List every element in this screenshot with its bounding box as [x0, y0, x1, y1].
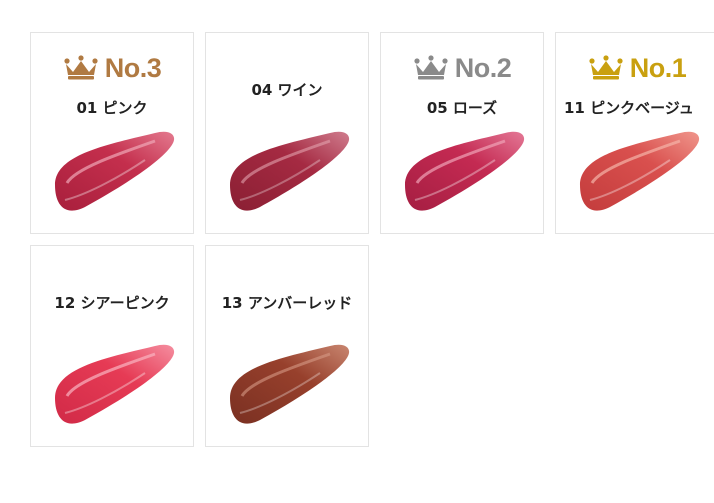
- lip-swatch: [580, 131, 700, 211]
- product-name: 04 ワイン: [251, 81, 323, 99]
- rank-badge-no3: No.3: [31, 51, 193, 85]
- rank-label: No.2: [454, 52, 512, 83]
- rank-label: No.3: [104, 52, 162, 83]
- product-card-01[interactable]: No.3 01 ピンク: [30, 32, 194, 234]
- product-name: 05 ローズ: [426, 99, 498, 117]
- lip-swatch: [230, 131, 350, 211]
- lip-swatch: [55, 344, 175, 424]
- rank-badge-no1: No.1: [556, 51, 714, 85]
- product-name: 11 ピンクベージュ: [564, 99, 694, 117]
- crown-icon: [64, 55, 98, 80]
- product-name: 12 シアーピンク: [54, 294, 170, 312]
- product-card-05[interactable]: No.2 05 ローズ: [380, 32, 544, 234]
- product-card-12[interactable]: 12 シアーピンク: [30, 245, 194, 447]
- rank-label: No.1: [629, 52, 687, 83]
- product-card-04[interactable]: 04 ワイン: [205, 32, 369, 234]
- crown-icon: [589, 55, 623, 80]
- product-name: 01 ピンク: [76, 99, 148, 117]
- product-name: 13 アンバーレッド: [221, 294, 353, 312]
- lip-swatch: [55, 131, 175, 211]
- product-card-11[interactable]: No.1 11 ピンクベージュ: [555, 32, 714, 234]
- rank-badge-no2: No.2: [381, 51, 543, 85]
- product-card-13[interactable]: 13 アンバーレッド: [205, 245, 369, 447]
- lip-swatch: [230, 344, 350, 424]
- crown-icon: [414, 55, 448, 80]
- lip-swatch: [405, 131, 525, 211]
